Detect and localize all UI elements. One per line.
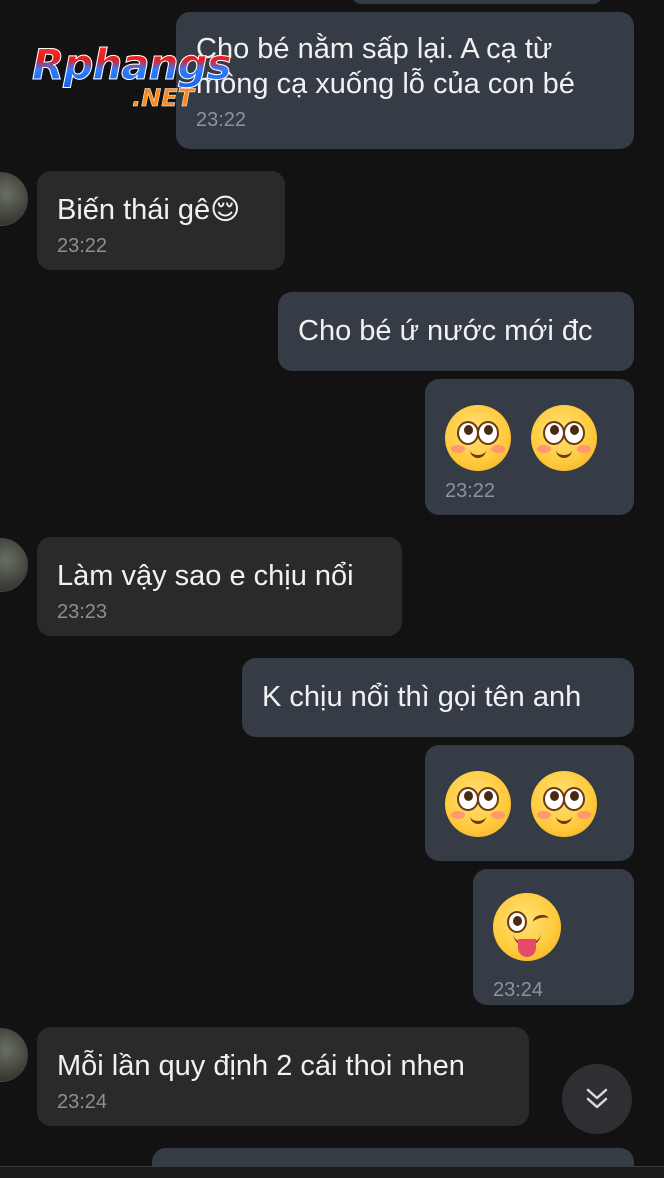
face-with-rolling-eyes-blush-icon: [531, 405, 597, 471]
face-with-rolling-eyes-blush-icon: [445, 771, 511, 837]
message-bubble-partial-top[interactable]: [352, 0, 602, 4]
message-bubble-outgoing[interactable]: Cho bé nằm sấp lại. A cạ từ mông cạ xuốn…: [176, 12, 634, 149]
message-time: 23:22: [196, 108, 247, 131]
message-text: Làm vậy sao e chịu nổi: [57, 560, 354, 592]
message-time: 23:24: [57, 1090, 108, 1113]
face-with-rolling-eyes-blush-icon: [531, 771, 597, 837]
watermark-suffix: .NET: [132, 84, 194, 113]
watermark-brand: Rphangs: [32, 40, 233, 90]
emoji-row: [445, 405, 614, 471]
message-text: Mỗi lần quy định 2 cái thoi nhen: [57, 1050, 465, 1082]
message-time: 23:24: [493, 978, 544, 1001]
winking-face-with-tongue-icon: [493, 893, 561, 961]
watermark-logo: Rphangs .NET: [32, 40, 233, 120]
message-bubble-outgoing[interactable]: K chịu nổi thì gọi tên anh: [242, 658, 634, 737]
message-bubble-emoji[interactable]: 23:24: [473, 869, 634, 1005]
message-time: 23:23: [57, 600, 108, 623]
emoji-row: [445, 771, 614, 837]
avatar[interactable]: [0, 172, 28, 226]
bottom-divider: [0, 1166, 664, 1178]
double-chevron-down-icon: [586, 1088, 608, 1109]
avatar[interactable]: [0, 1028, 28, 1082]
chat-screen: Cho bé nằm sấp lại. A cạ từ mông cạ xuốn…: [0, 0, 664, 1178]
avatar[interactable]: [0, 538, 28, 592]
message-time: 23:22: [445, 480, 496, 502]
message-bubble-incoming[interactable]: Biến thái gê😌 23:22: [37, 171, 285, 270]
message-bubble-incoming[interactable]: Làm vậy sao e chịu nổi 23:23: [37, 537, 402, 636]
message-text: K chịu nổi thì gọi tên anh: [262, 681, 582, 713]
message-time: 23:22: [57, 234, 108, 257]
message-text: Cho bé ứ nước mới đc: [298, 315, 593, 347]
message-text: Cho bé nằm sấp lại. A cạ từ mông cạ xuốn…: [196, 33, 575, 100]
message-bubble-outgoing[interactable]: Cho bé ứ nước mới đc: [278, 292, 634, 371]
message-bubble-emoji[interactable]: [425, 745, 634, 861]
scroll-to-bottom-button[interactable]: [562, 1064, 632, 1134]
message-bubble-incoming[interactable]: Mỗi lần quy định 2 cái thoi nhen 23:24: [37, 1027, 529, 1126]
message-text: Biến thái gê😌: [57, 194, 241, 226]
face-with-rolling-eyes-blush-icon: [445, 405, 511, 471]
message-bubble-emoji[interactable]: 23:22: [425, 379, 634, 515]
